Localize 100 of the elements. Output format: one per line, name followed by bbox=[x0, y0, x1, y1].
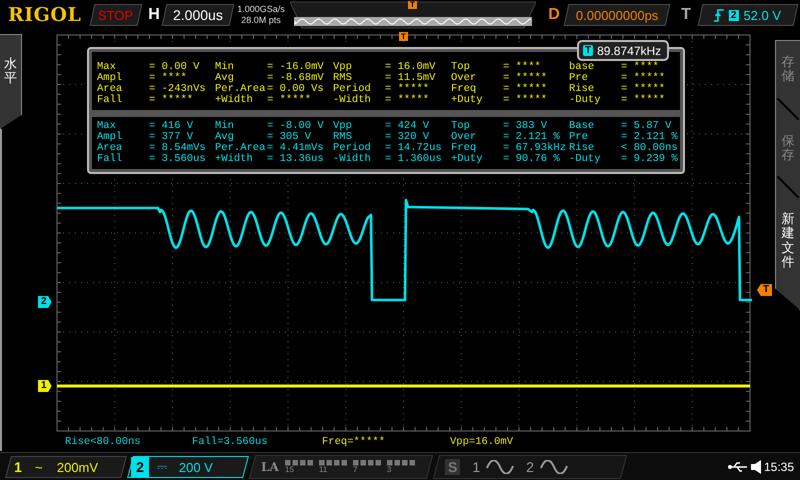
channel-button[interactable]: 1 ~ 200mV bbox=[5, 456, 127, 478]
measurement-value: = 416 V bbox=[149, 121, 194, 132]
measurement-label: RMS bbox=[333, 132, 352, 143]
serial-bus-button[interactable]: S 1 2 bbox=[432, 454, 628, 478]
horizontal-label: H bbox=[147, 6, 161, 24]
delay-label: D bbox=[547, 6, 561, 24]
sine-wave-icon bbox=[486, 460, 514, 474]
vertical-scale: 200mV bbox=[57, 459, 98, 474]
measurement-value: = -16.0mV bbox=[267, 62, 325, 73]
measurement-label: Per.Area bbox=[215, 143, 266, 154]
measurement-value: = ***** bbox=[503, 73, 548, 84]
measurement-value: = 320 V bbox=[385, 132, 430, 143]
sine-wave-icon bbox=[540, 460, 568, 474]
measurement-label: Vpp bbox=[333, 62, 353, 73]
coupling-symbol: ⎓ bbox=[157, 458, 168, 474]
usb-icon bbox=[728, 462, 748, 472]
measurement-value: = **** bbox=[503, 62, 541, 73]
measurement-label: +Duty bbox=[451, 95, 484, 106]
logic-channel-icon bbox=[284, 460, 315, 466]
measurement-label: Period bbox=[333, 143, 372, 154]
measurement-label: Max bbox=[97, 62, 116, 73]
vertical-scale: 200 V bbox=[179, 459, 213, 474]
channel-number: 1 bbox=[13, 458, 23, 476]
trigger-level-marker[interactable]: T bbox=[757, 284, 772, 296]
logic-channel-number: 3 bbox=[386, 466, 392, 474]
measurement-label: Period bbox=[333, 84, 372, 95]
menu-title[interactable]: 水平 bbox=[4, 57, 17, 86]
measurement-value: = 1.360us bbox=[385, 154, 443, 165]
measurement-label: Top bbox=[451, 121, 471, 132]
measurement-value: = 3.560us bbox=[149, 154, 207, 165]
measurement-value: = ***** bbox=[621, 95, 666, 106]
measurement-label: Freq bbox=[451, 84, 478, 95]
measurement-label: Rise bbox=[569, 84, 596, 95]
measurement-label: -Width bbox=[333, 95, 372, 106]
measurement-value: = ***** bbox=[385, 95, 430, 106]
timebase-field[interactable]: 2.000us bbox=[162, 4, 234, 26]
measurement-label: Fall bbox=[97, 95, 124, 106]
brand-logo: RIGOL bbox=[7, 4, 82, 26]
measurement-value: = 424 V bbox=[385, 121, 430, 132]
measurement-label: Pre bbox=[569, 73, 588, 84]
measurement-value: = 0.00 V bbox=[149, 62, 200, 73]
bus-number: 2 bbox=[526, 458, 534, 474]
measurement-value: = ***** bbox=[621, 73, 666, 84]
measurement-value: = 11.5mV bbox=[385, 73, 436, 84]
menu-item[interactable]: 新建文件 bbox=[782, 212, 794, 270]
measurement-readout: Rise<80.00ns bbox=[65, 436, 142, 448]
measurement-value: = ***** bbox=[621, 84, 666, 95]
measurement-label: Avg bbox=[215, 132, 235, 143]
trigger-position-marker[interactable]: T bbox=[399, 32, 408, 41]
measurement-value: = 305 V bbox=[267, 132, 312, 143]
trigger-level: 52.0 V bbox=[744, 8, 782, 22]
measurement-label: Area bbox=[97, 143, 124, 154]
measurement-label: Per.Area bbox=[215, 84, 266, 95]
measurement-value: = ***** bbox=[503, 84, 548, 95]
measurement-value: = 0.00 Vs bbox=[267, 84, 325, 95]
channel-marker[interactable]: 2 bbox=[38, 296, 52, 308]
measurement-value: = 383 V bbox=[503, 121, 548, 132]
measurement-value: = 4.41mVs bbox=[267, 143, 325, 154]
channel-marker[interactable]: 1 bbox=[38, 380, 52, 392]
measurement-value: = 16.0mV bbox=[385, 62, 436, 73]
measurement-label: +Width bbox=[215, 154, 254, 165]
trigger-field[interactable]: 2 52.0 V bbox=[698, 4, 798, 26]
measurement-label: -Duty bbox=[569, 95, 602, 106]
measurement-value: = -8.00 V bbox=[267, 121, 325, 132]
sample-rate: 1.000GSa/s bbox=[236, 4, 286, 15]
measurement-value: = -8.68mV bbox=[267, 73, 325, 84]
measurement-label: Freq bbox=[451, 143, 478, 154]
trigger-source-badge: 2 bbox=[729, 10, 739, 20]
logic-channel-icon bbox=[352, 460, 383, 466]
measurement-label: Area bbox=[97, 84, 124, 95]
measurement-label: Ampl bbox=[97, 132, 124, 143]
measurement-value: = **** bbox=[621, 62, 659, 73]
trigger-label: T bbox=[680, 6, 692, 24]
measurement-value: = 14.72us bbox=[385, 143, 443, 154]
measurement-label: Min bbox=[215, 62, 235, 73]
measurement-value: = 5.87 V bbox=[621, 121, 672, 132]
measurement-value: = ***** bbox=[385, 84, 430, 95]
measurement-label: base bbox=[569, 62, 596, 73]
measurement-value: = ***** bbox=[503, 95, 548, 106]
measurement-label: Over bbox=[451, 73, 478, 84]
measurement-label: Vpp bbox=[333, 121, 353, 132]
measurement-label: -Width bbox=[333, 154, 372, 165]
delay-field[interactable]: 0.00000000ps bbox=[564, 4, 670, 26]
counter-badge: T bbox=[583, 45, 594, 56]
measurement-label: Pre bbox=[569, 132, 588, 143]
trigger-position-marker: T bbox=[408, 1, 417, 9]
measurement-readout: Vpp=16.0mV bbox=[450, 436, 514, 448]
measurement-label: Max bbox=[97, 121, 116, 132]
measurement-value: = 8.54mVs bbox=[149, 143, 207, 154]
memory-depth: 28.0M pts bbox=[240, 15, 282, 26]
measurement-value: = **** bbox=[149, 73, 188, 84]
logic-channel-number: 7 bbox=[352, 466, 358, 474]
logic-analyzer-button[interactable]: LA 15 11 7 3 bbox=[248, 454, 434, 478]
measurement-label: RMS bbox=[333, 73, 352, 84]
channel-button[interactable]: 2 ⎓ 200 V bbox=[127, 456, 249, 478]
measurement-value: < 80.00ns bbox=[621, 143, 679, 154]
measurement-value: = ***** bbox=[149, 95, 194, 106]
counter-value: 89.8747kHz bbox=[597, 44, 662, 58]
measurement-label: Avg bbox=[215, 73, 235, 84]
measurement-label: Rise bbox=[569, 143, 596, 154]
